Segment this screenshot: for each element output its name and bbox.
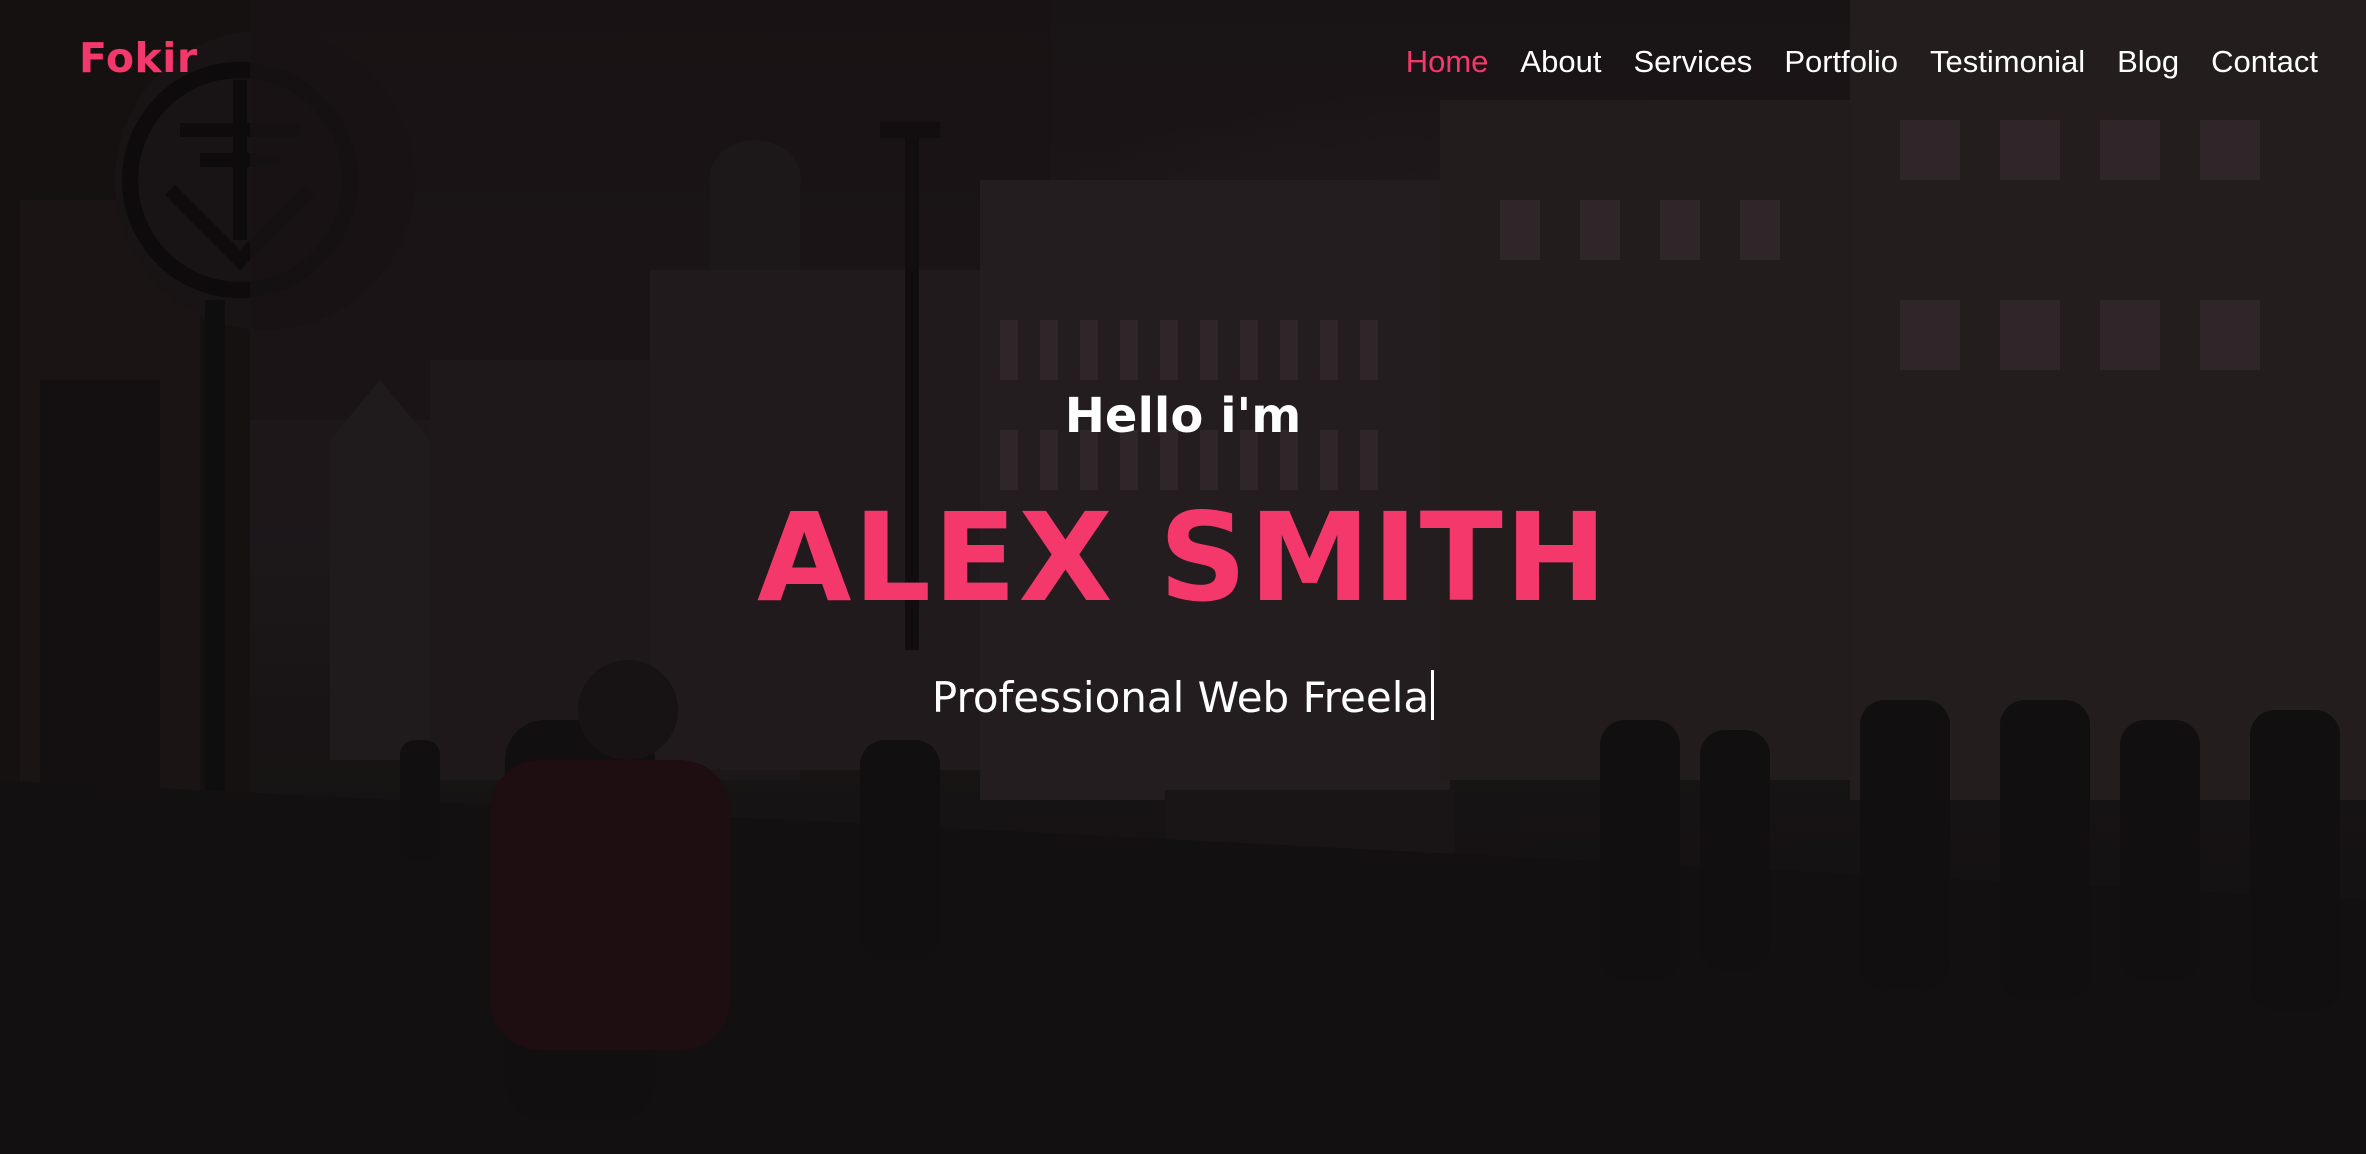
nav-about-link[interactable]: About bbox=[1520, 42, 1601, 82]
nav-services-link[interactable]: Services bbox=[1633, 42, 1752, 82]
site-logo[interactable]: Fokir bbox=[79, 34, 198, 82]
nav-contact-link[interactable]: Contact bbox=[2211, 42, 2318, 82]
nav-home-link[interactable]: Home bbox=[1406, 42, 1489, 82]
nav-blog-link[interactable]: Blog bbox=[2117, 42, 2179, 82]
typed-text: Professional Web Freela bbox=[931, 673, 1430, 722]
nav-testimonial-link[interactable]: Testimonial bbox=[1930, 42, 2085, 82]
typing-cursor bbox=[1431, 670, 1435, 720]
hero-typed-role: Professional Web Freela bbox=[0, 670, 2366, 722]
hero-section: Fokir Home About Services Portfolio Test… bbox=[0, 0, 2366, 1154]
main-navigation: Home About Services Portfolio Testimonia… bbox=[1374, 42, 2318, 82]
hero-greeting: Hello i'm bbox=[1064, 388, 1302, 444]
hero-name: ALEX SMITH bbox=[756, 487, 1610, 629]
nav-portfolio-link[interactable]: Portfolio bbox=[1784, 42, 1898, 82]
